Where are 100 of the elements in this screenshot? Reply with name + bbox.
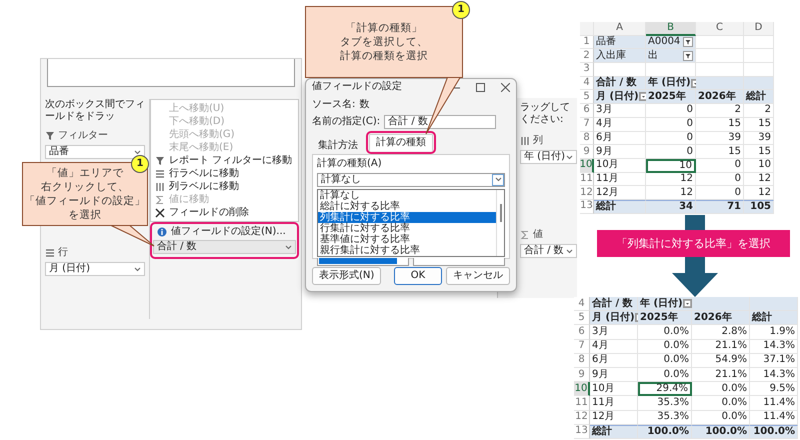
table-cell[interactable]: 105 [744,200,774,214]
table-cell[interactable]: 10 [744,158,774,173]
table-cell[interactable]: 2.8% [692,325,750,340]
tab[interactable]: 集計方法 [312,138,364,154]
table-cell[interactable]: 0.0% [692,396,750,410]
list-option[interactable]: 行集計に対する比率 [318,222,496,234]
table-cell[interactable]: 4月 [594,118,646,132]
table-cell[interactable]: 35.3% [638,396,692,410]
field-dropdown[interactable]: 合計 / 数 [153,240,296,254]
row-number[interactable]: 12 [574,410,590,425]
table-cell[interactable]: 6月 [594,132,646,146]
table-cell[interactable]: 9.5% [750,382,798,396]
row-number[interactable]: 8 [580,132,594,146]
table-cell[interactable]: 9月 [594,145,646,159]
table-cell[interactable]: 15 [744,118,774,132]
table-cell[interactable]: 12 [744,172,774,186]
list-option[interactable]: 列集計に対する比率 [318,212,496,223]
table-cell[interactable]: 0 [646,132,696,146]
table-cell[interactable]: 総計 [594,200,646,214]
table-cell[interactable]: 0 [696,172,744,186]
list-option[interactable]: 総計に対する比率 [318,200,496,212]
list-option[interactable]: 計算なし [318,190,496,201]
field-dropdown[interactable]: 年 (日付) [520,150,577,164]
row-number[interactable]: 12 [580,186,594,200]
table-cell[interactable]: 0 [646,145,696,159]
column-header[interactable]: C [696,22,744,36]
field-dropdown[interactable]: 合計 / 数 [520,244,577,258]
tab[interactable]: 計算の種類 [369,134,433,151]
table-cell[interactable]: 11.4% [750,396,798,410]
menu-item[interactable]: レポート フィルターに移動 [151,154,298,167]
table-cell[interactable]: 71 [696,200,744,214]
row-number[interactable]: 8 [574,354,590,368]
row-number[interactable]: 2 [580,49,594,64]
row-number[interactable]: 9 [574,368,590,382]
table-cell[interactable]: 3月 [594,104,646,118]
menu-item[interactable]: 列ラベルに移動 [151,180,298,193]
table-cell[interactable]: 6月 [590,354,638,368]
column-header[interactable]: A [594,22,646,36]
dialog-button[interactable]: 表示形式(N) [312,267,382,285]
table-cell[interactable]: 39 [696,132,744,146]
name-input[interactable]: 合計 / 数 [384,114,496,129]
table-cell[interactable]: 12 [646,172,696,186]
row-number[interactable]: 5 [580,90,594,104]
row-number[interactable]: 11 [580,172,594,186]
row-number[interactable]: 10 [574,382,590,396]
table-cell[interactable]: 10 [646,158,696,173]
table-cell[interactable]: 39 [744,132,774,146]
menu-item[interactable]: 値フィールドの設定(N)... [153,225,296,238]
table-cell[interactable]: 0.0% [638,354,692,368]
list-option[interactable]: 親行集計に対する比率 [318,244,496,256]
table-cell[interactable]: 54.9% [692,354,750,368]
table-cell[interactable]: 2 [744,104,774,118]
table-cell[interactable]: 15 [696,118,744,132]
dialog-button[interactable]: OK [394,267,442,285]
row-number[interactable]: 10 [580,158,594,173]
table-cell[interactable]: 11月 [590,396,638,410]
table-cell[interactable]: 14.3% [750,368,798,382]
row-number[interactable]: 6 [580,104,594,118]
scrollbar-thumb[interactable] [500,204,502,222]
table-cell[interactable]: 0.0% [638,340,692,354]
row-number[interactable]: 4 [574,297,590,312]
calculation-dropdown[interactable]: 計算なし [317,172,505,187]
row-number[interactable]: 1 [580,36,594,50]
table-cell[interactable]: 0 [696,158,744,173]
table-cell[interactable]: 100.0% [638,424,692,439]
table-cell[interactable]: 100.0% [692,424,750,439]
table-cell[interactable]: 29.4% [638,382,692,396]
column-header[interactable]: D [744,22,774,36]
row-number[interactable]: 6 [574,325,590,340]
row-number[interactable]: 13 [580,200,594,214]
table-cell[interactable]: 14.3% [750,340,798,354]
table-cell[interactable]: 34 [646,200,696,214]
table-cell[interactable]: 10月 [590,382,638,396]
row-number[interactable]: 13 [574,424,590,439]
list-box[interactable] [413,258,505,266]
table-cell[interactable]: 11月 [594,172,646,186]
row-number[interactable]: 4 [580,76,594,90]
menu-item[interactable]: フィールドの削除 [151,206,298,219]
row-number[interactable]: 5 [574,311,590,326]
row-number[interactable]: 9 [580,145,594,159]
table-cell[interactable]: 3月 [590,325,638,340]
row-number[interactable]: 11 [574,396,590,410]
table-cell[interactable]: 10月 [594,158,646,173]
table-cell[interactable]: 2 [696,104,744,118]
table-cell[interactable]: 0.0% [638,368,692,382]
table-cell[interactable]: 15 [744,145,774,159]
row-number[interactable]: 3 [580,63,594,77]
field-dropdown[interactable]: 品番 [45,145,145,159]
table-cell[interactable]: 100.0% [750,424,798,439]
table-cell[interactable]: 1.9% [750,325,798,340]
list-box[interactable] [317,258,409,266]
row-number[interactable]: 7 [580,118,594,132]
field-dropdown[interactable]: 月 (日付) [45,262,145,276]
table-cell[interactable]: 21.1% [692,368,750,382]
list-option[interactable]: 基準値に対する比率 [318,234,496,245]
table-cell[interactable]: 37.1% [750,354,798,368]
table-cell[interactable]: 0 [646,118,696,132]
table-cell[interactable]: 0.0% [692,382,750,396]
menu-item[interactable]: 行ラベルに移動 [151,167,298,180]
table-cell[interactable]: 総計 [590,424,638,439]
